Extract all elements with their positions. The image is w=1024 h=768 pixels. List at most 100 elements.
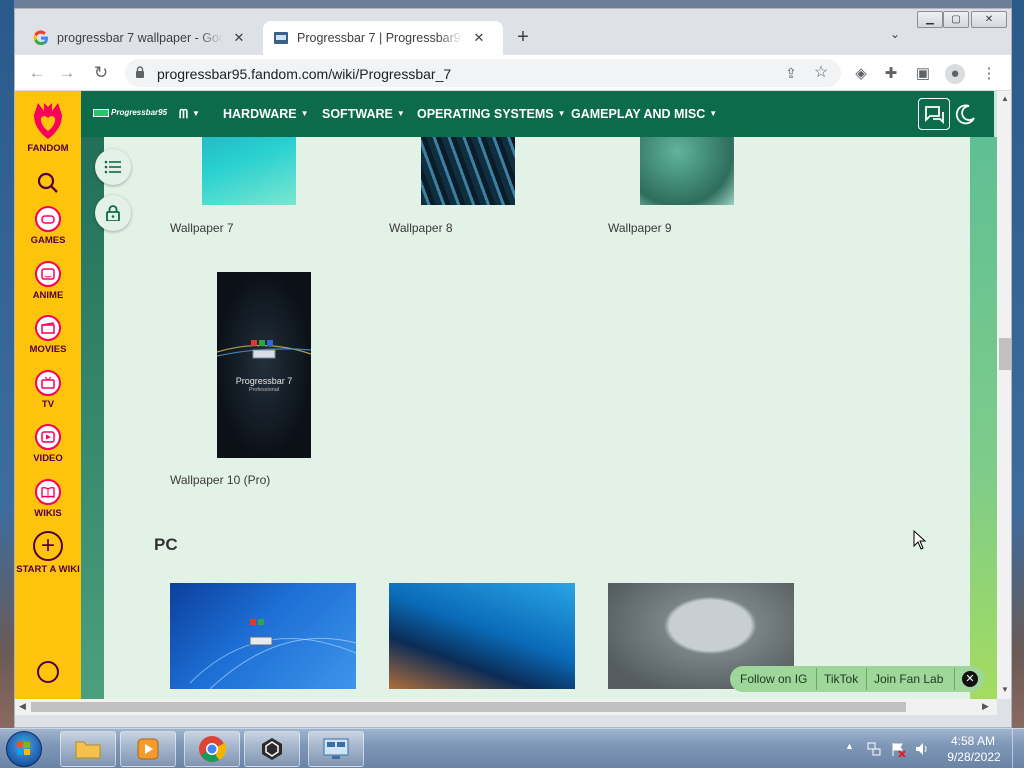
- pc-wallpaper-1-thumbnail[interactable]: [170, 583, 357, 690]
- profile-avatar-icon[interactable]: ●: [945, 64, 965, 84]
- reload-icon[interactable]: ↻: [89, 61, 113, 85]
- rail-item-wikis[interactable]: WIKIS: [15, 479, 81, 519]
- side-panel-icon[interactable]: ▣: [913, 64, 933, 84]
- rail-item-movies[interactable]: MOVIES: [15, 315, 81, 355]
- user-account-button[interactable]: [15, 661, 81, 683]
- extension-icon[interactable]: ◈: [851, 64, 871, 84]
- start-button[interactable]: [6, 731, 42, 767]
- join-fan-lab-link[interactable]: Join Fan Lab: [874, 672, 943, 686]
- tab-close-icon[interactable]: ✕: [231, 30, 247, 46]
- bookmark-star-icon[interactable]: ☆: [811, 63, 831, 83]
- wiki-home-menu[interactable]: ᗰ ▼: [179, 107, 200, 122]
- caret-down-icon: ▼: [709, 109, 718, 118]
- vertical-scrollbar-thumb[interactable]: [999, 338, 1011, 370]
- wallpaper-8-thumbnail[interactable]: [421, 137, 515, 205]
- rail-item-video[interactable]: VIDEO: [15, 424, 81, 464]
- padlock-icon: [106, 205, 120, 221]
- horizontal-scrollbar-thumb[interactable]: [31, 702, 906, 712]
- rail-item-label: MOVIES: [29, 344, 67, 355]
- horizontal-scrollbar[interactable]: ◀ ▶: [15, 699, 997, 715]
- wiki-favicon-icon: [274, 32, 288, 44]
- nav-label: SOFTWARE: [322, 107, 393, 121]
- window-minimize-button[interactable]: ▁: [917, 11, 943, 28]
- extensions-puzzle-icon[interactable]: ✚: [881, 64, 901, 84]
- wiki-background-strip: [81, 91, 104, 699]
- divider: [816, 668, 817, 690]
- rail-item-start-a-wiki[interactable]: + START A WIKI: [15, 531, 81, 575]
- plus-icon: +: [33, 531, 63, 561]
- desktop-background: [0, 0, 14, 728]
- progressbar-logo-icon: [189, 619, 357, 690]
- window-maximize-button[interactable]: ▢: [943, 11, 969, 28]
- taskbar-remote-desktop[interactable]: [308, 731, 364, 767]
- theme-toggle-button[interactable]: [950, 98, 982, 130]
- rail-item-label: WIKIS: [34, 508, 62, 519]
- table-of-contents-button[interactable]: [95, 149, 131, 185]
- volume-icon[interactable]: [914, 741, 930, 757]
- wiki-logo-mark: [93, 109, 109, 117]
- window-close-button[interactable]: ✕: [971, 11, 1007, 28]
- rail-item-label: TV: [41, 399, 55, 410]
- rail-item-anime[interactable]: ANIME: [15, 261, 81, 301]
- thumbnail-logo-text: Progressbar 7: [235, 376, 293, 386]
- nav-gameplay-and-misc[interactable]: GAMEPLAY AND MISC ▼: [571, 107, 717, 121]
- scroll-right-arrow-icon[interactable]: ▶: [982, 701, 989, 712]
- url-text[interactable]: progressbar95.fandom.com/wiki/Progressba…: [157, 66, 451, 82]
- follow-on-ig-link[interactable]: Follow on IG: [740, 672, 807, 686]
- action-center-flag-icon[interactable]: [890, 741, 906, 757]
- wallpaper-9-thumbnail[interactable]: [640, 137, 734, 205]
- tab-search-chevron-icon[interactable]: ⌄: [885, 27, 905, 47]
- clock-date[interactable]: 9/28/2022: [944, 750, 1004, 764]
- fandom-logo[interactable]: FANDOM: [15, 99, 81, 154]
- forward-arrow-icon[interactable]: →: [55, 61, 79, 85]
- wallpaper-7-thumbnail[interactable]: [202, 137, 296, 205]
- tray-expand-arrow-icon[interactable]: ▲: [845, 741, 854, 751]
- pc-wallpaper-2-thumbnail[interactable]: [389, 583, 575, 689]
- address-bar[interactable]: progressbar95.fandom.com/wiki/Progressba…: [125, 59, 841, 87]
- rail-item-games[interactable]: GAMES: [15, 206, 81, 246]
- back-arrow-icon[interactable]: ←: [25, 61, 49, 85]
- nav-label: GAMEPLAY AND MISC: [571, 107, 706, 121]
- page-protection-button[interactable]: [95, 195, 131, 231]
- tab-close-icon[interactable]: ✕: [471, 30, 487, 46]
- wiki-logo[interactable]: Progressbar95: [93, 105, 167, 121]
- new-tab-button[interactable]: +: [511, 25, 535, 49]
- play-icon: [35, 424, 61, 450]
- scroll-left-arrow-icon[interactable]: ◀: [19, 701, 26, 712]
- taskbar-chrome[interactable]: [184, 731, 240, 767]
- divider: [866, 668, 867, 690]
- nav-label: HARDWARE: [223, 107, 297, 121]
- chrome-icon: [199, 736, 227, 762]
- close-icon[interactable]: ✕: [962, 671, 978, 687]
- tab-progressbar-wiki[interactable]: Progressbar 7 | Progressbar95 Wiki | Fan…: [263, 21, 503, 55]
- scroll-down-arrow-icon[interactable]: ▼: [1001, 685, 1009, 694]
- page-viewport: FANDOM GAMES ANIME MOVIES TV VIDEO WIKIS…: [15, 91, 997, 699]
- taskbar-file-explorer[interactable]: [60, 731, 116, 767]
- fandom-search-button[interactable]: [15, 171, 81, 195]
- nav-software[interactable]: SOFTWARE ▼: [322, 107, 405, 121]
- wiki-home-icon: ᗰ: [179, 107, 189, 121]
- nav-hardware[interactable]: HARDWARE ▼: [223, 107, 309, 121]
- window-bottom-edge: [15, 715, 1011, 727]
- nav-operating-systems[interactable]: OPERATING SYSTEMS ▼: [417, 107, 566, 121]
- taskbar-media-player[interactable]: [120, 731, 176, 767]
- tab-google-search[interactable]: progressbar 7 wallpaper - Google Search …: [23, 21, 263, 55]
- windows-taskbar: ▲ 4:58 AM 9/28/2022: [0, 728, 1024, 768]
- vertical-scrollbar[interactable]: ▲ ▼: [997, 91, 1011, 699]
- unity-cube-icon: [262, 738, 282, 760]
- tv-icon: [35, 370, 61, 396]
- clock-time[interactable]: 4:58 AM: [948, 734, 998, 748]
- discussions-button[interactable]: [918, 98, 950, 130]
- section-heading-pc: PC: [154, 535, 178, 554]
- media-player-icon: [137, 738, 159, 760]
- network-icon[interactable]: [866, 741, 882, 757]
- taskbar-unity[interactable]: [244, 731, 300, 767]
- scroll-up-arrow-icon[interactable]: ▲: [1001, 94, 1009, 103]
- kebab-menu-icon[interactable]: ⋮: [979, 64, 999, 84]
- show-desktop-button[interactable]: [1012, 729, 1024, 768]
- share-icon[interactable]: ⇪: [781, 63, 801, 83]
- rail-item-tv[interactable]: TV: [15, 370, 81, 410]
- wiki-logo-text: Progressbar95: [111, 108, 168, 117]
- wallpaper-10-thumbnail[interactable]: Progressbar 7 Professional: [217, 272, 311, 458]
- tiktok-link[interactable]: TikTok: [824, 672, 858, 686]
